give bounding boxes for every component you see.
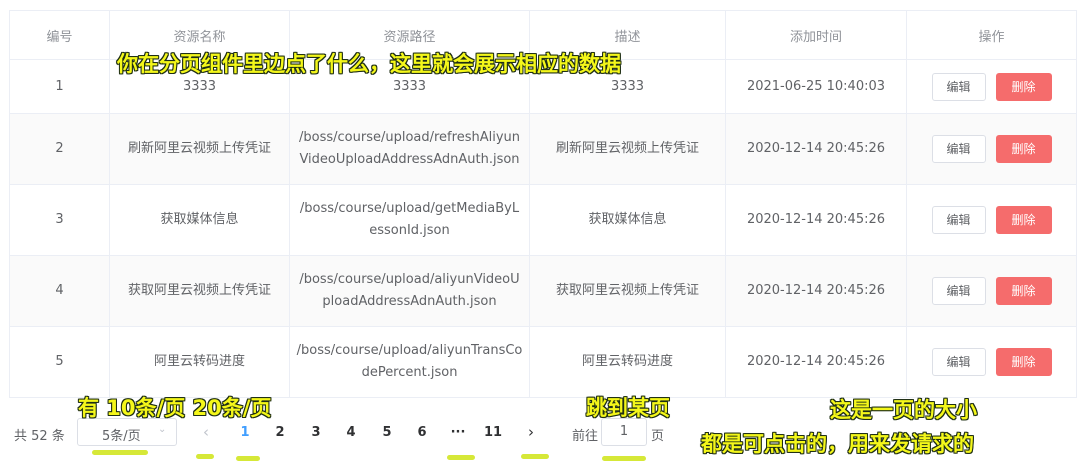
underline-mark [236,456,260,461]
delete-button[interactable]: 删除 [995,135,1052,163]
cell-desc: 获取媒体信息 [529,184,726,256]
delete-button[interactable]: 删除 [995,72,1052,101]
page-size-value: 5条/页 [102,429,141,444]
annotation-top-note: 你在分页组件里边点了什么，这里就会展示相应的数据 [117,52,621,76]
more-pages-ellipsis[interactable]: ··· [446,425,470,440]
underline-mark [196,454,214,459]
annotation-clickable-note: 都是可点击的，用来发请求的 [701,432,974,456]
chevron-right-icon: › [528,423,534,441]
cell-id: 3 [9,184,110,256]
page-item-1[interactable]: 1 [233,425,257,440]
cell-actions: 编辑 删除 [906,326,1077,398]
header-id: 编号 [9,10,110,60]
cell-time: 2020-12-14 20:45:26 [725,326,907,398]
edit-button[interactable]: 编辑 [931,348,986,376]
cell-path: /boss/course/upload/getMediaByLessonId.j… [289,184,530,256]
edit-button[interactable]: 编辑 [931,206,986,234]
goto-label: 前往 [572,429,599,444]
cell-name: 获取媒体信息 [109,184,290,256]
delete-button[interactable]: 删除 [995,206,1052,234]
page-item-5[interactable]: 5 [375,425,399,440]
cell-desc: 阿里云转码进度 [529,326,726,398]
page-item-2[interactable]: 2 [268,425,292,440]
edit-button[interactable]: 编辑 [931,277,986,305]
header-actions: 操作 [906,10,1077,60]
cell-path: /boss/course/upload/aliyunTransCodePerce… [289,326,530,398]
goto-page-input[interactable]: 1 [601,418,647,446]
page-item-11[interactable]: 11 [481,425,505,440]
page-item-4[interactable]: 4 [339,425,363,440]
header-time: 添加时间 [725,10,907,60]
prev-page-button[interactable]: ‹ [196,423,216,441]
page-size-select[interactable]: 5条/页 ⌄ [77,418,177,446]
cell-actions: 编辑 删除 [906,59,1077,114]
underline-mark [602,456,646,461]
cell-name: 刷新阿里云视频上传凭证 [109,113,290,185]
table-row: 3 获取媒体信息 /boss/course/upload/getMediaByL… [9,184,1077,256]
cell-id: 1 [9,59,110,114]
chevron-left-icon: ‹ [203,423,209,441]
chevron-down-icon: ⌄ [158,424,167,435]
underline-mark [92,450,148,455]
underline-mark [521,454,549,459]
table-row: 4 获取阿里云视频上传凭证 /boss/course/upload/aliyun… [9,255,1077,327]
cell-name: 阿里云转码进度 [109,326,290,398]
annotation-page-size-note: 这是一页的大小 [830,398,977,422]
goto-page-unit: 页 [651,429,665,444]
cell-desc: 获取阿里云视频上传凭证 [529,255,726,327]
table-row: 5 阿里云转码进度 /boss/course/upload/aliyunTran… [9,326,1077,398]
table-row: 2 刷新阿里云视频上传凭证 /boss/course/upload/refres… [9,113,1077,185]
cell-time: 2020-12-14 20:45:26 [725,113,907,185]
pagination-total: 共 52 条 [14,429,65,444]
edit-button[interactable]: 编辑 [931,135,986,163]
cell-actions: 编辑 删除 [906,184,1077,256]
cell-desc: 刷新阿里云视频上传凭证 [529,113,726,185]
cell-name: 获取阿里云视频上传凭证 [109,255,290,327]
delete-button[interactable]: 删除 [995,348,1052,376]
cell-id: 2 [9,113,110,185]
cell-actions: 编辑 删除 [906,255,1077,327]
next-page-button[interactable]: › [521,423,541,441]
page-item-6[interactable]: 6 [410,425,434,440]
annotation-jump-page: 跳到某页 [586,396,670,420]
cell-time: 2020-12-14 20:45:26 [725,184,907,256]
annotation-page-sizes: 有 10条/页 20条/页 [78,396,272,420]
cell-time: 2021-06-25 10:40:03 [725,59,907,114]
cell-id: 5 [9,326,110,398]
underline-mark [447,455,475,460]
cell-path: /boss/course/upload/aliyunVideoUploadAdd… [289,255,530,327]
cell-time: 2020-12-14 20:45:26 [725,255,907,327]
cell-actions: 编辑 删除 [906,113,1077,185]
delete-button[interactable]: 删除 [995,277,1052,305]
cell-id: 4 [9,255,110,327]
edit-button[interactable]: 编辑 [931,72,986,101]
cell-path: /boss/course/upload/refreshAliyunVideoUp… [289,113,530,185]
page-item-3[interactable]: 3 [304,425,328,440]
